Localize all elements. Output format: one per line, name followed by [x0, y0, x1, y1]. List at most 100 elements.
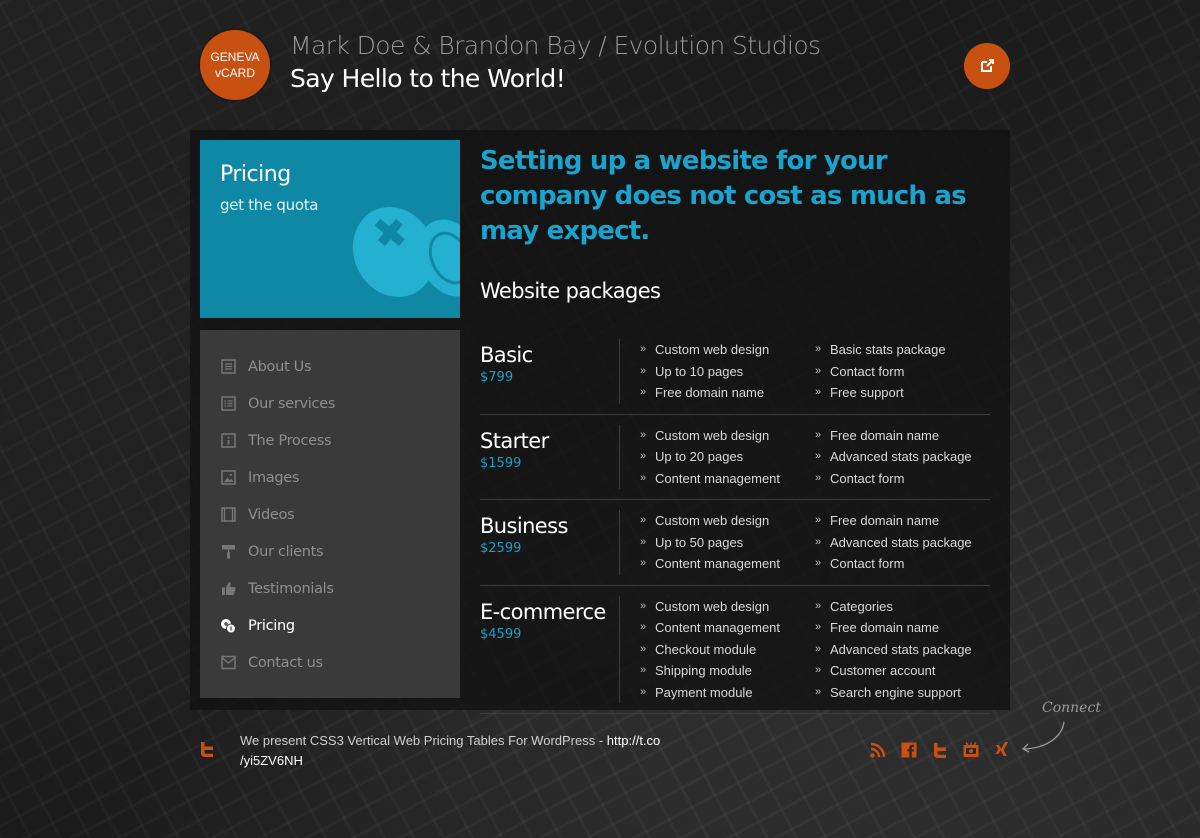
feature-item: Free domain name [640, 382, 815, 404]
package-starter: Starter $1599 Custom web design Free dom… [480, 415, 990, 500]
feature-item: Up to 50 pages [640, 532, 815, 554]
feature-item: Free domain name [815, 617, 990, 639]
nav-item-testimonials[interactable]: Testimonials [200, 570, 460, 607]
package-name: Starter [480, 428, 549, 453]
paint-roller-icon [220, 544, 236, 560]
feature-item: Basic stats package [815, 339, 990, 361]
nav-item-label: Contact us [248, 654, 323, 671]
nav-item-the-process[interactable]: The Process [200, 422, 460, 459]
hero-subtitle: get the quota [220, 196, 319, 214]
hero-title: Pricing [220, 162, 291, 187]
youtube-icon[interactable] [962, 741, 980, 759]
rss-icon[interactable] [869, 741, 887, 759]
list-icon [220, 396, 236, 412]
share-button[interactable] [964, 43, 1010, 89]
feature-item: Up to 10 pages [640, 361, 815, 383]
package-name: Business [480, 514, 568, 538]
coins-icon [352, 207, 460, 297]
section-title: Website packages [480, 279, 661, 303]
feature-item: Custom web design [640, 339, 815, 361]
twitter-icon[interactable] [931, 741, 949, 759]
feature-item: Advanced stats package [815, 532, 990, 554]
feature-item: Advanced stats package [815, 639, 990, 661]
coins-icon [220, 618, 236, 634]
content-area: Setting up a website for your company do… [480, 144, 990, 714]
package-name: Basic [480, 343, 533, 367]
feature-item: Custom web design [640, 425, 815, 447]
nav-item-label: Testimonials [248, 580, 334, 597]
nav-item-our-services[interactable]: Our services [200, 385, 460, 422]
connect-label: Connect [1042, 700, 1101, 716]
nav-item-label: Our services [248, 395, 336, 412]
feature-item: Up to 20 pages [640, 446, 815, 468]
logo-badge[interactable]: GENEVA vCARD [200, 30, 270, 100]
feature-item: Content management [640, 617, 815, 639]
feature-item: Checkout module [640, 639, 815, 661]
nav-item-videos[interactable]: Videos [200, 496, 460, 533]
packages-list: Basic $799 Custom web design Basic stats… [480, 329, 990, 714]
nav-item-contact-us[interactable]: Contact us [200, 644, 460, 681]
package-price: $1599 [480, 455, 522, 471]
package-header: Business $2599 [480, 510, 620, 575]
feature-item: Contact form [815, 468, 990, 490]
main-panel: Pricing get the quota About Us Our servi… [190, 130, 1010, 714]
package-features: Custom web design Categories Content man… [640, 596, 990, 704]
package-business: Business $2599 Custom web design Free do… [480, 500, 990, 586]
feature-item: Content management [640, 553, 815, 575]
latest-tweet: We present CSS3 Vertical Web Pricing Tab… [240, 731, 680, 771]
site-slogan: Say Hello to the World! [290, 64, 566, 93]
info-icon [220, 433, 236, 449]
package-ecommerce: E-commerce $4599 Custom web design Categ… [480, 586, 990, 714]
tweet-link-part-2: /yi5ZV6NH [240, 753, 303, 768]
thumbs-up-icon [220, 581, 236, 597]
feature-item: Contact form [815, 361, 990, 383]
nav-item-label: The Process [248, 432, 332, 449]
sidebar-nav: About Us Our services The Process Images… [200, 330, 460, 698]
hero-card: Pricing get the quota [200, 140, 460, 318]
image-icon [220, 470, 236, 486]
feature-item: Custom web design [640, 510, 815, 532]
nav-item-images[interactable]: Images [200, 459, 460, 496]
package-price: $2599 [480, 541, 522, 556]
nav-item-pricing[interactable]: Pricing [200, 607, 460, 644]
video-icon [220, 507, 236, 523]
nav-item-label: Images [248, 469, 300, 486]
feature-item: Shipping module [640, 660, 815, 682]
feature-item: Free domain name [815, 510, 990, 532]
package-price: $4599 [480, 626, 522, 642]
feature-item: Categories [815, 596, 990, 618]
logo-line-1: GENEVA [210, 50, 260, 64]
feature-item: Content management [640, 468, 815, 490]
package-features: Custom web design Basic stats package Up… [640, 339, 990, 404]
twitter-icon[interactable] [199, 741, 215, 757]
feature-item: Custom web design [640, 596, 815, 618]
package-features: Custom web design Free domain name Up to… [640, 510, 990, 575]
feature-item: Contact form [815, 553, 990, 575]
facebook-icon[interactable] [900, 741, 918, 759]
page-headline: Setting up a website for your company do… [480, 146, 967, 246]
package-basic: Basic $799 Custom web design Basic stats… [480, 329, 990, 415]
envelope-icon [220, 655, 236, 671]
connect-arrow-icon [1021, 721, 1065, 753]
nav-item-our-clients[interactable]: Our clients [200, 533, 460, 570]
social-links [869, 741, 1011, 759]
feature-item: Free domain name [815, 425, 990, 447]
package-header: Starter $1599 [480, 424, 620, 489]
package-name: E-commerce [480, 599, 606, 624]
xing-icon[interactable] [993, 741, 1011, 759]
nav-item-about-us[interactable]: About Us [200, 348, 460, 385]
package-header: Basic $799 [480, 339, 620, 404]
feature-item: Free support [815, 382, 990, 404]
nav-item-label: Pricing [248, 617, 295, 634]
feature-item: Customer account [815, 660, 990, 682]
tweet-link-part-1: http://t.co [606, 733, 661, 748]
site-name: Mark Doe & Brandon Bay / Evolution Studi… [290, 31, 821, 60]
tweet-text: We present CSS3 Vertical Web Pricing Tab… [240, 733, 607, 748]
nav-item-label: Our clients [248, 543, 324, 560]
external-link-icon [981, 59, 994, 72]
nav-item-label: About Us [248, 358, 312, 375]
package-features: Custom web design Free domain name Up to… [640, 425, 990, 490]
feature-item: Advanced stats package [815, 446, 990, 468]
logo-line-2: vCARD [214, 66, 255, 80]
feature-item: Search engine support [815, 682, 990, 704]
